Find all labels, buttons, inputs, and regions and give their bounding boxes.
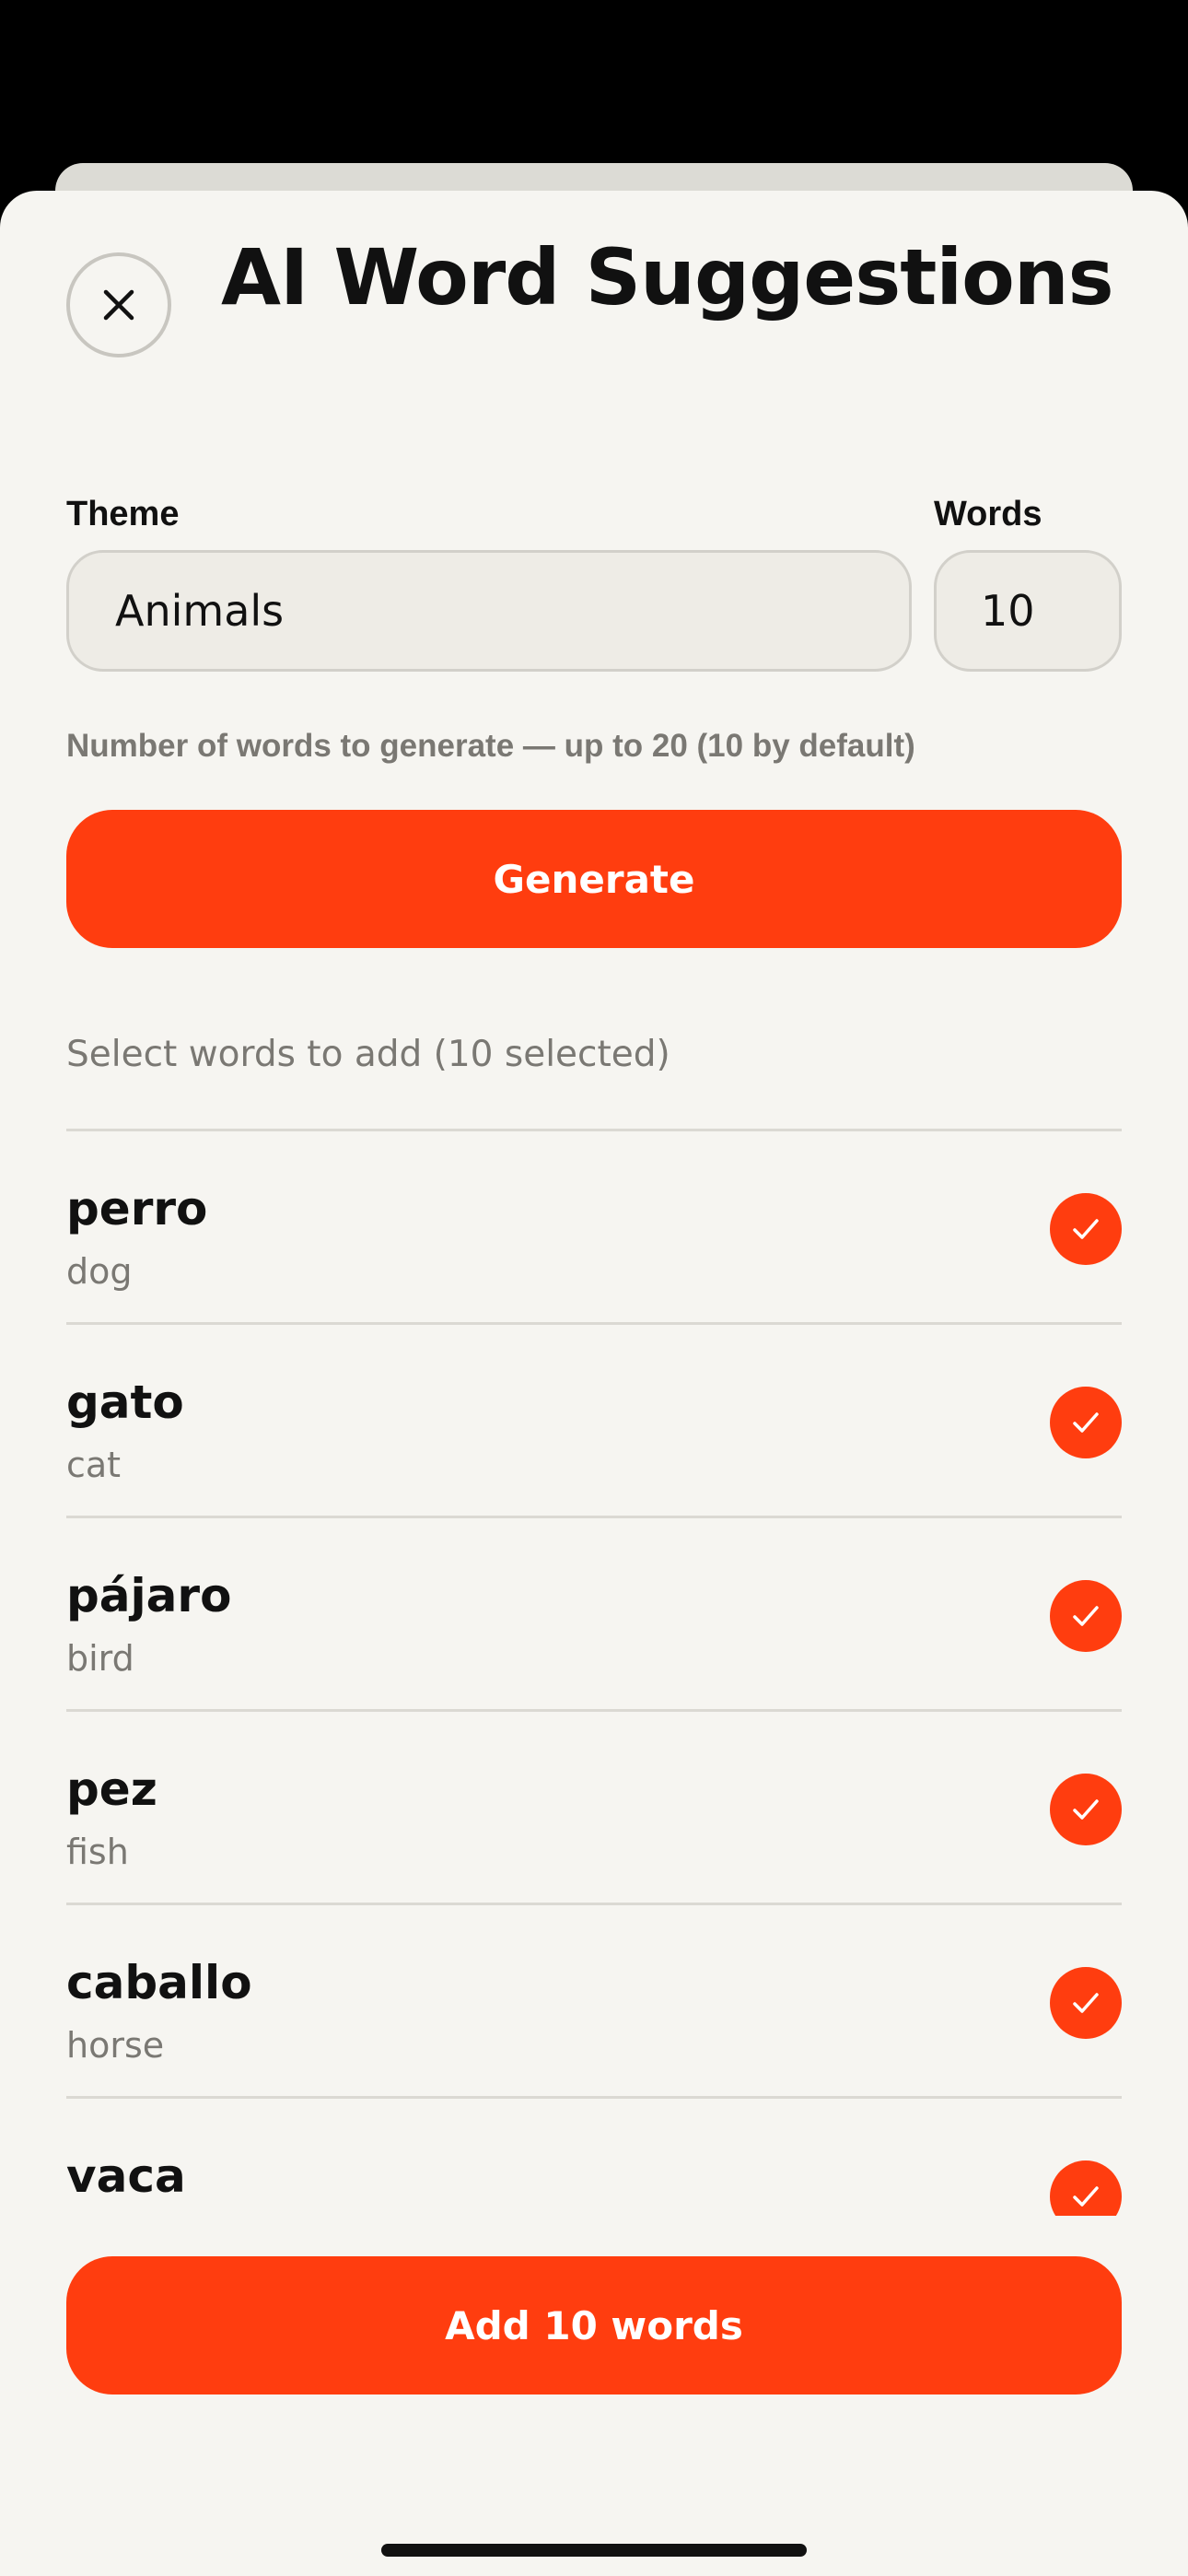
translation-text: cat <box>66 1445 122 1485</box>
word-text: caballo <box>66 1956 252 2009</box>
generate-button[interactable]: Generate <box>66 810 1122 948</box>
checkbox-checked[interactable] <box>1050 1774 1122 1845</box>
list-item[interactable]: perro dog <box>66 1129 1122 1322</box>
checkmark-icon <box>1073 1412 1099 1433</box>
word-text: gato <box>66 1376 184 1429</box>
checkbox-checked[interactable] <box>1050 1967 1122 2039</box>
checkmark-icon <box>1073 2186 1099 2207</box>
theme-label: Theme <box>66 495 180 533</box>
checkbox-checked[interactable] <box>1050 1580 1122 1652</box>
checkbox-checked[interactable] <box>1050 1387 1122 1458</box>
words-count-input[interactable]: 10 <box>934 550 1122 672</box>
word-text: vaca <box>66 2149 186 2203</box>
checkmark-icon <box>1073 1799 1099 1820</box>
checkmark-icon <box>1073 1219 1099 1239</box>
close-button[interactable] <box>66 252 171 357</box>
list-item[interactable]: gato cat <box>66 1322 1122 1516</box>
add-words-button[interactable]: Add 10 words <box>66 2256 1122 2395</box>
list-item[interactable]: vaca <box>66 2096 1122 2216</box>
words-label: Words <box>934 495 1042 533</box>
suggestion-list: perro dog gato cat pájaro bird pez fish <box>66 1129 1122 2216</box>
list-item[interactable]: pez fish <box>66 1709 1122 1903</box>
word-suggestions-sheet: AI Word Suggestions Theme Words Animals … <box>0 191 1188 2576</box>
selection-count-label: Select words to add (10 selected) <box>66 1034 670 1075</box>
theme-input[interactable]: Animals <box>66 550 912 672</box>
checkmark-icon <box>1073 1606 1099 1626</box>
checkbox-checked[interactable] <box>1050 1193 1122 1265</box>
word-text: pez <box>66 1762 157 1816</box>
home-indicator <box>381 2544 807 2557</box>
checkmark-icon <box>1073 1993 1099 2013</box>
words-helper-text: Number of words to generate — up to 20 (… <box>66 728 915 764</box>
translation-text: horse <box>66 2025 165 2066</box>
page-title: AI Word Suggestions <box>221 232 1114 322</box>
word-text: perro <box>66 1182 208 1235</box>
list-item[interactable]: caballo horse <box>66 1903 1122 2096</box>
translation-text: fish <box>66 1832 129 1872</box>
translation-text: dog <box>66 1251 133 1292</box>
translation-text: bird <box>66 1638 134 1679</box>
checkbox-checked[interactable] <box>1050 2160 1122 2216</box>
list-item[interactable]: pájaro bird <box>66 1516 1122 1709</box>
word-text: pájaro <box>66 1569 232 1622</box>
close-icon <box>103 289 134 321</box>
